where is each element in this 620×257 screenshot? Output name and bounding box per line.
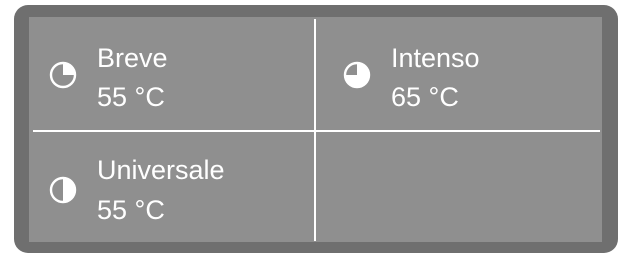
program-temperature: 55 °C	[97, 82, 165, 112]
pie-half-icon	[49, 176, 77, 204]
program-name: Intenso	[391, 43, 480, 73]
program-name: Universale	[97, 155, 225, 185]
program-temperature: 65 °C	[391, 82, 459, 112]
empty-tile	[327, 134, 607, 242]
pie-quarter-icon	[49, 61, 77, 89]
pie-three-quarter-icon	[343, 61, 371, 89]
program-selection-screen: Breve 55 °C Intenso 65 °C Universale 55 …	[29, 17, 602, 242]
program-tile-intenso[interactable]: Intenso 65 °C	[327, 19, 607, 127]
program-tile-universale[interactable]: Universale 55 °C	[31, 134, 311, 242]
grid-divider-horizontal	[33, 130, 600, 132]
program-temperature: 55 °C	[97, 195, 165, 225]
program-tile-breve[interactable]: Breve 55 °C	[31, 19, 311, 127]
program-name: Breve	[97, 43, 168, 73]
